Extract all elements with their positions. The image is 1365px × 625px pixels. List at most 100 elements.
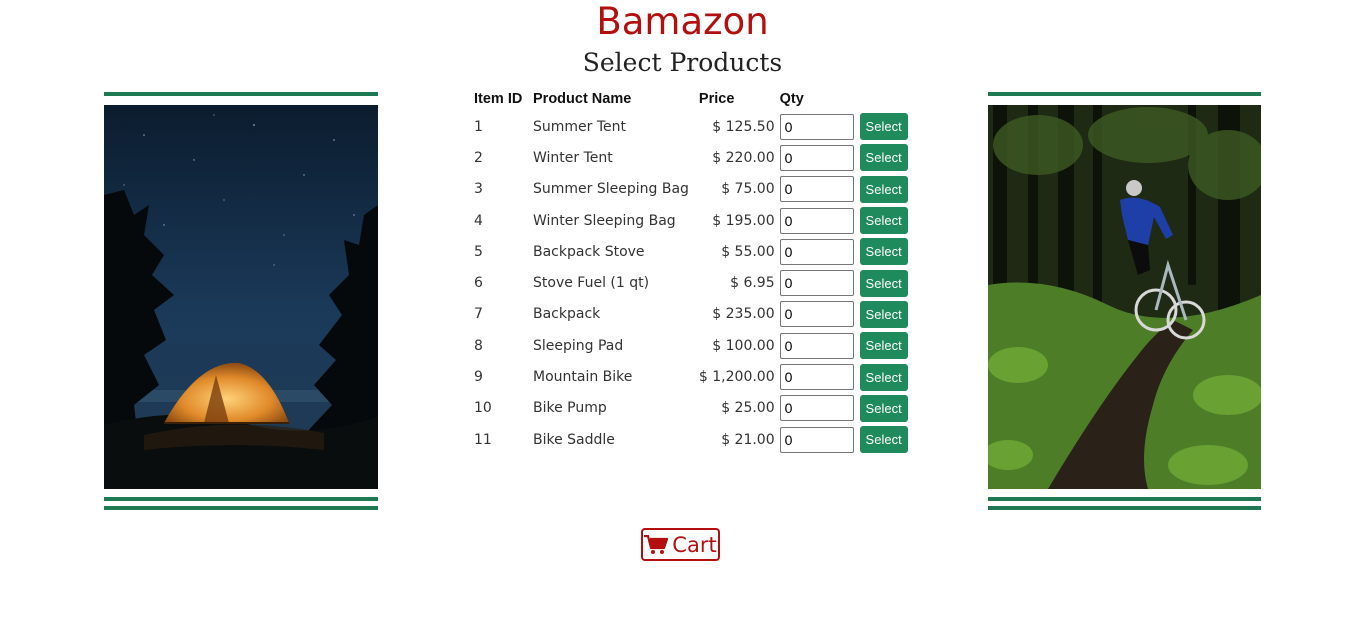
item-id-cell: 11 — [474, 431, 492, 448]
table-row: 2 Winter Tent $ 220.00 Select — [469, 142, 913, 173]
item-id-cell: 1 — [474, 118, 483, 135]
qty-cell — [779, 267, 856, 298]
price-cell: $ 21.00 — [721, 431, 775, 448]
qty-cell — [779, 393, 856, 424]
select-cell: Select — [856, 267, 913, 298]
price-cell: $ 75.00 — [721, 181, 775, 198]
qty-input[interactable] — [779, 238, 854, 265]
product-name-cell: Summer Sleeping Bag — [533, 181, 689, 198]
table-row: 11 Bike Saddle $ 21.00 Select — [469, 424, 913, 455]
qty-cell — [779, 299, 856, 330]
qty-cell — [779, 174, 856, 205]
select-cell: Select — [856, 205, 913, 236]
table-row: 1 Summer Tent $ 125.50 Select — [469, 111, 913, 142]
item-id-cell: 9 — [474, 369, 483, 386]
price-cell: $ 25.00 — [721, 400, 775, 417]
qty-input[interactable] — [779, 207, 854, 234]
item-id-cell: 3 — [474, 181, 483, 198]
item-id-cell: 7 — [474, 306, 483, 323]
bottom-divider-left-2 — [104, 506, 378, 510]
shopping-cart-icon — [644, 534, 669, 554]
qty-cell — [779, 205, 856, 236]
table-row: 4 Winter Sleeping Bag $ 195.00 Select — [469, 205, 913, 236]
price-cell: $ 125.50 — [712, 118, 775, 135]
price-cell: $ 235.00 — [712, 306, 775, 323]
price-cell: $ 55.00 — [721, 243, 775, 260]
qty-cell — [779, 111, 856, 142]
select-cell: Select — [856, 299, 913, 330]
qty-input[interactable] — [779, 364, 854, 391]
qty-input[interactable] — [779, 113, 854, 140]
select-button[interactable]: Select — [859, 363, 908, 391]
qty-input[interactable] — [779, 144, 854, 171]
product-name-cell: Bike Saddle — [533, 431, 615, 448]
column-header-qty: Qty — [779, 91, 804, 107]
qty-input[interactable] — [779, 176, 854, 203]
table-row: 3 Summer Sleeping Bag $ 75.00 Select — [469, 174, 913, 205]
product-name-cell: Stove Fuel (1 qt) — [533, 275, 650, 292]
select-button[interactable]: Select — [859, 207, 908, 235]
bottom-divider-right-2 — [988, 506, 1261, 510]
qty-input[interactable] — [779, 270, 854, 297]
select-cell: Select — [856, 111, 913, 142]
select-button[interactable]: Select — [859, 175, 908, 203]
product-name-cell: Sleeping Pad — [533, 337, 624, 354]
select-cell: Select — [856, 361, 913, 392]
select-button[interactable]: Select — [859, 300, 908, 328]
product-name-cell: Winter Sleeping Bag — [533, 212, 676, 229]
price-cell: $ 220.00 — [712, 149, 775, 166]
select-cell: Select — [856, 174, 913, 205]
qty-cell — [779, 236, 856, 267]
page-subtitle: Select Products — [582, 48, 783, 77]
table-row: 6 Stove Fuel (1 qt) $ 6.95 Select — [469, 267, 913, 298]
cart-label: Cart — [672, 532, 717, 557]
select-cell: Select — [856, 393, 913, 424]
cart-button[interactable]: Cart — [641, 528, 720, 561]
column-header-action — [856, 87, 913, 111]
select-button[interactable]: Select — [859, 332, 908, 360]
select-button[interactable]: Select — [859, 113, 908, 141]
qty-cell — [779, 424, 856, 455]
table-row: 9 Mountain Bike $ 1,200.00 Select — [469, 361, 913, 392]
select-cell: Select — [856, 142, 913, 173]
select-cell: Select — [856, 330, 913, 361]
qty-input[interactable] — [779, 426, 854, 453]
table-row: 10 Bike Pump $ 25.00 Select — [469, 393, 913, 424]
select-button[interactable]: Select — [859, 269, 908, 297]
item-id-cell: 6 — [474, 275, 483, 292]
item-id-cell: 4 — [474, 212, 483, 229]
column-header-price: Price — [698, 91, 735, 107]
qty-cell — [779, 142, 856, 173]
select-cell: Select — [856, 236, 913, 267]
product-name-cell: Backpack — [533, 306, 601, 323]
table-row: 7 Backpack $ 235.00 Select — [469, 299, 913, 330]
bottom-divider-right-1 — [988, 497, 1261, 501]
qty-input[interactable] — [779, 332, 854, 359]
select-button[interactable]: Select — [859, 426, 908, 454]
item-id-cell: 2 — [474, 149, 483, 166]
top-divider-right — [988, 92, 1261, 96]
product-name-cell: Bike Pump — [533, 400, 607, 417]
price-cell: $ 1,200.00 — [698, 369, 775, 386]
price-cell: $ 195.00 — [712, 212, 775, 229]
select-cell: Select — [856, 424, 913, 455]
site-title: Bamazon — [596, 0, 769, 43]
qty-input[interactable] — [779, 395, 854, 422]
item-id-cell: 5 — [474, 243, 483, 260]
select-button[interactable]: Select — [859, 394, 908, 422]
bottom-divider-left-1 — [104, 497, 378, 501]
qty-cell — [779, 361, 856, 392]
price-cell: $ 6.95 — [730, 275, 775, 292]
table-row: 8 Sleeping Pad $ 100.00 Select — [469, 330, 913, 361]
table-row: 5 Backpack Stove $ 55.00 Select — [469, 236, 913, 267]
column-header-product-name: Product Name — [533, 91, 632, 107]
top-divider-left — [104, 92, 378, 96]
product-name-cell: Mountain Bike — [533, 369, 633, 386]
select-button[interactable]: Select — [859, 144, 908, 172]
select-button[interactable]: Select — [859, 238, 908, 266]
product-name-cell: Winter Tent — [533, 149, 613, 166]
item-id-cell: 8 — [474, 337, 483, 354]
qty-input[interactable] — [779, 301, 854, 328]
item-id-cell: 10 — [474, 400, 492, 417]
column-header-item-id: Item ID — [474, 91, 523, 107]
